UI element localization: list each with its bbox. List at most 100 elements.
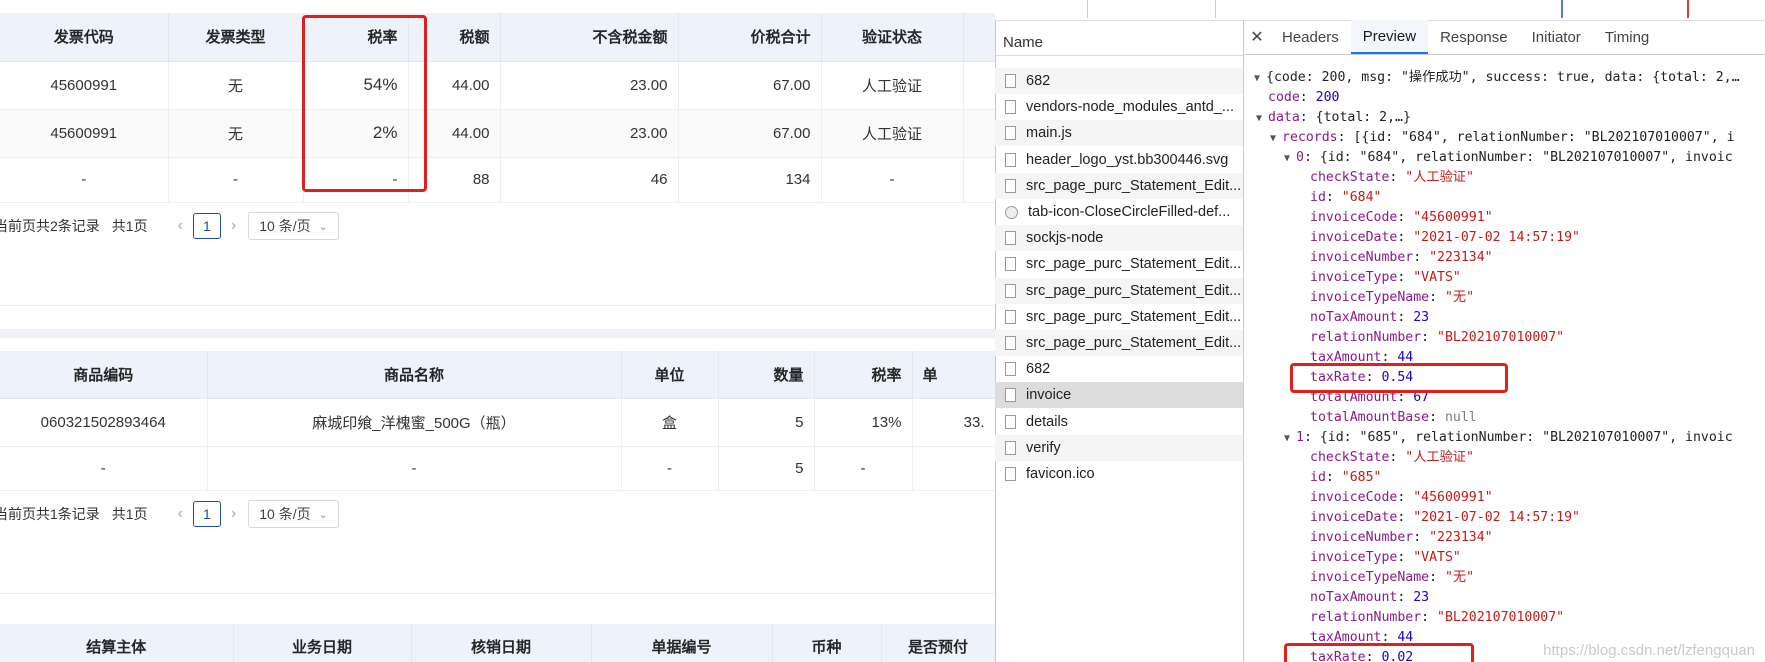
- prev-page-icon[interactable]: ‹: [178, 505, 183, 523]
- watermark: https://blog.csdn.net/lzfengquan: [1543, 642, 1755, 659]
- file-icon: [1005, 467, 1016, 481]
- col-total-amount[interactable]: 价税合计: [678, 13, 822, 62]
- cell-total-amount: 67.00: [678, 109, 822, 158]
- next-page-icon[interactable]: ›: [231, 505, 236, 523]
- prev-page-icon[interactable]: ‹: [178, 217, 183, 235]
- col-settle-entity[interactable]: 结算主体: [0, 624, 234, 662]
- cell-no-tax-amount: 23.00: [500, 61, 679, 110]
- col-quantity[interactable]: 数量: [718, 351, 815, 399]
- summary-row: - - - 5 -: [0, 446, 995, 491]
- request-item[interactable]: header_logo_yst.bb300446.svg: [995, 147, 1243, 173]
- invoice-table: 发票代码 发票类型 税率 税额 不含税金额 价税合计 验证状态 45600991…: [0, 13, 995, 203]
- col-unit-price[interactable]: 单: [912, 351, 995, 399]
- request-item[interactable]: src_page_purc_Statement_Edit...: [995, 277, 1243, 304]
- request-item[interactable]: src_page_purc_Statement_Edit...: [995, 304, 1243, 330]
- close-icon[interactable]: ✕: [1244, 27, 1270, 47]
- file-icon: [1005, 152, 1016, 167]
- cell-tax-rate: -: [814, 446, 913, 491]
- json-record-1[interactable]: ▼ 1: {id: "685", relationNumber: "BL20210…: [1284, 428, 1733, 448]
- json-field-invoiceTypeName: invoiceTypeName: "无": [1310, 290, 1475, 305]
- file-icon: [1005, 283, 1016, 298]
- request-item[interactable]: sockjs-node: [995, 225, 1243, 252]
- chevron-down-icon: ⌄: [318, 220, 328, 233]
- name-column-header[interactable]: Name: [995, 20, 1243, 56]
- file-icon: [1005, 309, 1016, 324]
- col-invoice-code[interactable]: 发票代码: [0, 13, 169, 62]
- network-timeline-strip[interactable]: [995, 0, 1765, 21]
- file-icon: [1005, 362, 1016, 377]
- tax-rate-highlight-box: [302, 15, 427, 192]
- col-invoice-type[interactable]: 发票类型: [168, 13, 304, 62]
- request-item[interactable]: src_page_purc_Statement_Edit...: [995, 172, 1243, 199]
- request-name: 682: [1026, 361, 1051, 378]
- request-item[interactable]: vendors-node_modules_antd_...: [995, 94, 1243, 120]
- json-root[interactable]: ▼ {code: 200, msg: "操作成功", success: true,…: [1254, 68, 1740, 88]
- json-record-0[interactable]: ▼ 0: {id: "684", relationNumber: "BL20210…: [1284, 148, 1733, 168]
- col-writeoff-date[interactable]: 核销日期: [411, 624, 592, 662]
- table-row[interactable]: 45600991 无 54% 44.00 23.00 67.00 人工验证: [0, 61, 995, 110]
- tab-initiator[interactable]: Initiator: [1520, 20, 1593, 54]
- json-field-checkState: checkState: "人工验证": [1310, 450, 1474, 465]
- col-goods-code[interactable]: 商品编码: [0, 351, 208, 399]
- section-separator: [0, 329, 995, 338]
- col-currency[interactable]: 币种: [772, 624, 882, 662]
- json-records[interactable]: ▼ records: [{id: "684", relationNumber: "…: [1270, 128, 1735, 148]
- table-header-row: 商品编码 商品名称 单位 数量 税率 单: [0, 351, 995, 399]
- request-name: src_page_purc_Statement_Edit...: [1026, 177, 1242, 194]
- tab-response[interactable]: Response: [1428, 20, 1520, 54]
- cell-goods-code: 060321502893464: [0, 398, 208, 447]
- col-is-prepaid[interactable]: 是否预付: [881, 624, 995, 662]
- col-tax-rate[interactable]: 税率: [814, 351, 913, 399]
- file-icon: [1005, 178, 1016, 193]
- cell-extra: [963, 109, 995, 158]
- request-item[interactable]: src_page_purc_Statement_Edit...: [995, 251, 1243, 277]
- collapse-triangle-icon: ▼: [1254, 73, 1261, 84]
- next-page-icon[interactable]: ›: [231, 217, 236, 235]
- request-name: invoice: [1026, 387, 1072, 404]
- json-data[interactable]: ▼ data: {total: 2,…}: [1256, 108, 1411, 128]
- invoice-pagination: 当前页共2条记录 共1页 ‹ 1 › 10 条/页 ⌄: [0, 212, 339, 240]
- request-item[interactable]: src_page_purc_Statement_Edit...: [995, 330, 1243, 356]
- table-row[interactable]: 45600991 无 2% 44.00 23.00 67.00 人工验证: [0, 109, 995, 158]
- page-1-button[interactable]: 1: [192, 213, 221, 239]
- request-name: tab-icon-CloseCircleFilled-def...: [1028, 204, 1231, 220]
- request-item[interactable]: invoice: [995, 382, 1243, 409]
- col-document-number[interactable]: 单据编号: [591, 624, 773, 662]
- col-business-date[interactable]: 业务日期: [233, 624, 412, 662]
- tab-timing[interactable]: Timing: [1593, 20, 1661, 54]
- request-item[interactable]: 682: [995, 356, 1243, 382]
- col-extra: [963, 13, 995, 62]
- page-size-select[interactable]: 10 条/页 ⌄: [248, 500, 339, 528]
- json-field-id: id: "684": [1310, 190, 1382, 205]
- request-item[interactable]: tab-icon-CloseCircleFilled-def...: [995, 199, 1243, 225]
- cell-invoice-type: 无: [168, 109, 304, 158]
- table-row[interactable]: 060321502893464 麻城印飨_洋槐蜜_500G（瓶） 盒 5 13%…: [0, 398, 995, 447]
- chevron-down-icon: ⌄: [318, 508, 328, 521]
- cell-goods-code: -: [0, 446, 208, 491]
- file-icon: [1005, 100, 1016, 115]
- request-item[interactable]: verify: [995, 434, 1243, 461]
- col-verify-status[interactable]: 验证状态: [821, 13, 964, 62]
- cell-unit-price: 33.: [912, 398, 995, 447]
- table-header-row: 结算主体 业务日期 核销日期 单据编号 币种 是否预付: [0, 624, 995, 662]
- request-name: sockjs-node: [1026, 230, 1104, 247]
- request-item[interactable]: details: [995, 409, 1243, 435]
- request-item[interactable]: main.js: [995, 120, 1243, 147]
- tab-preview[interactable]: Preview: [1350, 20, 1429, 54]
- cell-invoice-code: 45600991: [0, 61, 169, 110]
- col-unit[interactable]: 单位: [621, 351, 719, 399]
- col-goods-name[interactable]: 商品名称: [207, 351, 622, 399]
- file-icon: [1005, 126, 1016, 141]
- cell-quantity: 5: [718, 446, 815, 491]
- request-item[interactable]: 682: [995, 68, 1243, 94]
- cell-unit: 盒: [621, 398, 719, 447]
- page-size-select[interactable]: 10 条/页 ⌄: [248, 212, 339, 240]
- tab-headers[interactable]: Headers: [1270, 20, 1351, 54]
- taxrate-highlight-box: [1290, 363, 1508, 393]
- file-icon: [1005, 440, 1016, 455]
- col-no-tax-amount[interactable]: 不含税金额: [500, 13, 679, 62]
- preview-pane: ✕ Headers Preview Response Initiator Tim…: [1244, 20, 1765, 662]
- page-1-button[interactable]: 1: [192, 501, 221, 527]
- goods-table: 商品编码 商品名称 单位 数量 税率 单 060321502893464 麻城印…: [0, 351, 995, 491]
- request-item[interactable]: favicon.ico: [995, 461, 1243, 487]
